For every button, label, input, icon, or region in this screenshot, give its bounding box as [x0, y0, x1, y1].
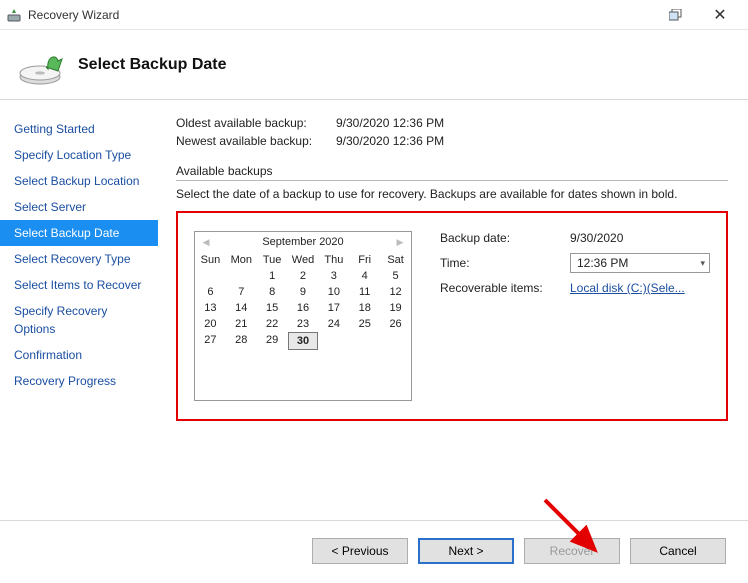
close-icon[interactable]: ✕: [698, 1, 742, 29]
calendar-day-cell[interactable]: 14: [226, 300, 257, 316]
calendar-day-cell[interactable]: 8: [257, 284, 288, 300]
calendar-day-header: Sun: [195, 252, 226, 268]
wizard-step[interactable]: Select Items to Recover: [0, 272, 158, 298]
chevron-down-icon: ▾: [700, 258, 705, 269]
wizard-step[interactable]: Select Recovery Type: [0, 246, 158, 272]
calendar-day-cell[interactable]: 18: [349, 300, 380, 316]
calendar-day-cell[interactable]: 27: [195, 332, 226, 350]
time-value: 12:36 PM: [577, 256, 628, 270]
divider: [176, 180, 728, 181]
calendar-day-cell[interactable]: 20: [195, 316, 226, 332]
oldest-backup-label: Oldest available backup:: [176, 116, 336, 130]
calendar-day-cell: [349, 332, 380, 350]
calendar-day-header: Tue: [257, 252, 288, 268]
wizard-step[interactable]: Select Server: [0, 194, 158, 220]
previous-button[interactable]: < Previous: [312, 538, 408, 564]
recover-button: Recover: [524, 538, 620, 564]
available-backups-label: Available backups: [176, 164, 728, 178]
backup-details: Backup date: 9/30/2020 Time: 12:36 PM ▾ …: [440, 231, 710, 401]
calendar-day-cell[interactable]: 17: [318, 300, 349, 316]
calendar-day-cell[interactable]: 7: [226, 284, 257, 300]
calendar-day-cell: [226, 268, 257, 284]
calendar-day-cell[interactable]: 19: [380, 300, 411, 316]
calendar-day-cell[interactable]: 16: [288, 300, 319, 316]
cancel-button[interactable]: Cancel: [630, 538, 726, 564]
calendar-day-cell[interactable]: 1: [257, 268, 288, 284]
calendar-day-cell[interactable]: 9: [288, 284, 319, 300]
recovery-wizard-icon: [6, 7, 22, 23]
calendar-day-cell[interactable]: 23: [288, 316, 319, 332]
wizard-step[interactable]: Getting Started: [0, 116, 158, 142]
restore-window-icon[interactable]: [654, 1, 698, 29]
calendar[interactable]: ◀ September 2020 ▶ SunMonTueWedThuFriSat…: [194, 231, 412, 401]
calendar-day-cell[interactable]: 29: [257, 332, 288, 350]
calendar-day-cell[interactable]: 3: [318, 268, 349, 284]
wizard-step[interactable]: Specify Recovery Options: [0, 298, 158, 342]
calendar-day-header: Sat: [380, 252, 411, 268]
wizard-step[interactable]: Recovery Progress: [0, 368, 158, 394]
backup-date-label: Backup date:: [440, 231, 570, 245]
calendar-day-header: Fri: [349, 252, 380, 268]
calendar-next-icon[interactable]: ▶: [395, 237, 405, 248]
calendar-day-cell[interactable]: 11: [349, 284, 380, 300]
calendar-day-cell[interactable]: 10: [318, 284, 349, 300]
instruction-text: Select the date of a backup to use for r…: [176, 187, 728, 201]
calendar-day-cell[interactable]: 22: [257, 316, 288, 332]
calendar-day-header: Mon: [226, 252, 257, 268]
calendar-day-cell[interactable]: 2: [288, 268, 319, 284]
wizard-step[interactable]: Confirmation: [0, 342, 158, 368]
calendar-day-cell[interactable]: 12: [380, 284, 411, 300]
calendar-day-cell[interactable]: 25: [349, 316, 380, 332]
calendar-day-header: Wed: [288, 252, 319, 268]
calendar-day-cell[interactable]: 26: [380, 316, 411, 332]
page-title: Select Backup Date: [78, 56, 227, 74]
wizard-footer: < Previous Next > Recover Cancel: [0, 520, 748, 580]
wizard-steps-sidebar: Getting StartedSpecify Location TypeSele…: [0, 100, 158, 520]
titlebar: Recovery Wizard ✕: [0, 0, 748, 30]
calendar-day-cell[interactable]: 30: [288, 332, 319, 350]
newest-backup-label: Newest available backup:: [176, 134, 336, 148]
calendar-day-cell: [318, 332, 349, 350]
calendar-day-cell[interactable]: 15: [257, 300, 288, 316]
main-panel: Oldest available backup: 9/30/2020 12:36…: [158, 100, 748, 520]
calendar-title: September 2020: [219, 236, 387, 248]
window-title: Recovery Wizard: [28, 8, 119, 22]
recoverable-items-link[interactable]: Local disk (C:)(Sele...: [570, 281, 710, 295]
calendar-day-cell[interactable]: 24: [318, 316, 349, 332]
calendar-day-cell: [195, 268, 226, 284]
calendar-day-cell[interactable]: 4: [349, 268, 380, 284]
wizard-header: Select Backup Date: [0, 30, 748, 100]
time-dropdown[interactable]: 12:36 PM ▾: [570, 253, 710, 273]
calendar-day-cell[interactable]: 5: [380, 268, 411, 284]
newest-backup-value: 9/30/2020 12:36 PM: [336, 134, 444, 148]
backup-date-icon: [18, 41, 66, 89]
calendar-day-cell[interactable]: 6: [195, 284, 226, 300]
calendar-day-cell[interactable]: 28: [226, 332, 257, 350]
recoverable-items-label: Recoverable items:: [440, 281, 570, 295]
calendar-day-cell[interactable]: 13: [195, 300, 226, 316]
wizard-step[interactable]: Select Backup Location: [0, 168, 158, 194]
wizard-step[interactable]: Select Backup Date: [0, 220, 158, 246]
backup-date-value: 9/30/2020: [570, 231, 710, 245]
calendar-day-header: Thu: [318, 252, 349, 268]
calendar-prev-icon[interactable]: ◀: [201, 237, 211, 248]
calendar-day-cell[interactable]: 21: [226, 316, 257, 332]
highlighted-region: ◀ September 2020 ▶ SunMonTueWedThuFriSat…: [176, 211, 728, 421]
time-label: Time:: [440, 256, 570, 270]
next-button[interactable]: Next >: [418, 538, 514, 564]
calendar-day-cell: [380, 332, 411, 350]
wizard-step[interactable]: Specify Location Type: [0, 142, 158, 168]
oldest-backup-value: 9/30/2020 12:36 PM: [336, 116, 444, 130]
